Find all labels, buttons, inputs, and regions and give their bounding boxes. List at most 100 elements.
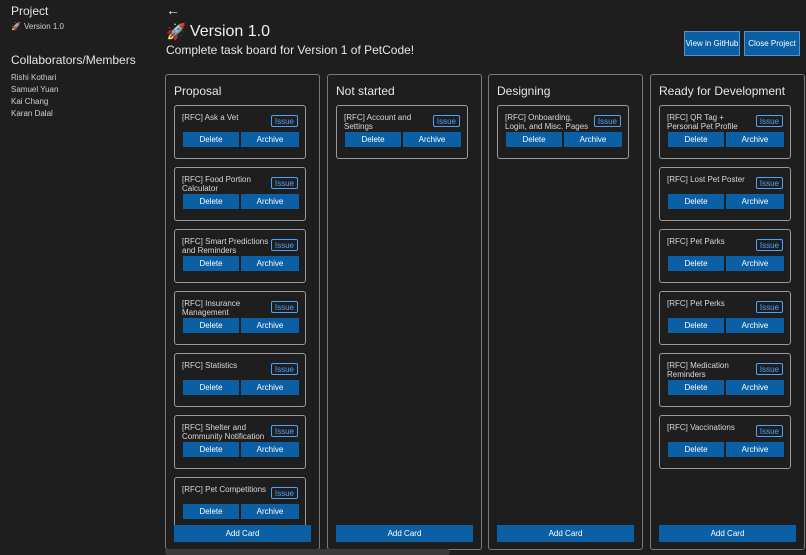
card-title: [RFC] Lost Pet Poster bbox=[667, 175, 745, 184]
task-card[interactable]: [RFC] Account and Settings Issue Delete Arc… bbox=[336, 105, 468, 159]
issue-badge[interactable]: Issue bbox=[755, 425, 783, 437]
sidebar: Project 🚀 Version 1.0 Collaborators/Memb… bbox=[0, 0, 160, 555]
card-title: [RFC] Statistics bbox=[182, 361, 238, 370]
archive-button[interactable]: Archive bbox=[726, 256, 784, 271]
issue-badge[interactable]: Issue bbox=[270, 239, 298, 251]
delete-button[interactable]: Delete bbox=[183, 256, 239, 271]
delete-button[interactable]: Delete bbox=[345, 132, 401, 147]
collaborators-heading: Collaborators/Members bbox=[11, 53, 136, 67]
member-item: Samuel Yuan bbox=[11, 85, 59, 94]
add-card-button[interactable]: Add Card bbox=[497, 525, 634, 542]
archive-button[interactable]: Archive bbox=[241, 318, 299, 333]
card-title: [RFC] Medication Reminders bbox=[667, 361, 729, 379]
card-title: [RFC] Insurance Management bbox=[182, 299, 241, 317]
delete-button[interactable]: Delete bbox=[506, 132, 562, 147]
column-title: Not started bbox=[336, 84, 395, 98]
archive-button[interactable]: Archive bbox=[726, 194, 784, 209]
sidebar-project-title: Project bbox=[11, 4, 49, 18]
issue-badge[interactable]: Issue bbox=[270, 425, 298, 437]
card-title: [RFC] Account and Settings bbox=[344, 113, 412, 131]
card-title: [RFC] Onboarding, Login, and Misc. Pages bbox=[505, 113, 589, 131]
rocket-icon: 🚀 bbox=[11, 22, 21, 31]
issue-badge[interactable]: Issue bbox=[755, 177, 783, 189]
add-card-button[interactable]: Add Card bbox=[659, 525, 796, 542]
task-card[interactable]: [RFC] Medication Reminders Issue Delete Arc… bbox=[659, 353, 791, 407]
card-title: [RFC] Vaccinations bbox=[667, 423, 735, 432]
page-subtitle: Complete task board for Version 1 of Pet… bbox=[166, 43, 415, 57]
archive-button[interactable]: Archive bbox=[241, 442, 299, 457]
add-card-button[interactable]: Add Card bbox=[336, 525, 473, 542]
card-title: [RFC] Pet Perks bbox=[667, 299, 725, 308]
archive-button[interactable]: Archive bbox=[726, 318, 784, 333]
card-title: [RFC] Shelter and Community Notification bbox=[182, 423, 265, 441]
task-card[interactable]: [RFC] Lost Pet Poster Issue Delete Archive bbox=[659, 167, 791, 221]
task-card[interactable]: [RFC] Onboarding, Login, and Misc. Pages… bbox=[497, 105, 629, 159]
page-title: 🚀 Version 1.0 bbox=[166, 22, 270, 42]
archive-button[interactable]: Archive bbox=[726, 132, 784, 147]
task-card[interactable]: [RFC] Shelter and Community Notification… bbox=[174, 415, 306, 469]
task-card[interactable]: [RFC] Vaccinations Issue Delete Archive bbox=[659, 415, 791, 469]
horizontal-scrollbar[interactable] bbox=[165, 549, 450, 555]
column-title: Proposal bbox=[174, 84, 222, 98]
archive-button[interactable]: Archive bbox=[726, 442, 784, 457]
issue-badge[interactable]: Issue bbox=[755, 115, 783, 127]
member-item: Kai Chang bbox=[11, 97, 49, 106]
delete-button[interactable]: Delete bbox=[183, 318, 239, 333]
issue-badge[interactable]: Issue bbox=[755, 301, 783, 313]
task-card[interactable]: [RFC] Pet Perks Issue Delete Archive bbox=[659, 291, 791, 345]
issue-badge[interactable]: Issue bbox=[593, 115, 621, 127]
view-github-button[interactable]: View in GitHub bbox=[684, 31, 740, 56]
close-project-button[interactable]: Close Project bbox=[744, 31, 800, 56]
archive-button[interactable]: Archive bbox=[241, 132, 299, 147]
board-column: Proposal [RFC] Ask a Vet Issue Delete Archiv… bbox=[165, 74, 320, 550]
task-card[interactable]: [RFC] Pet Parks Issue Delete Archive bbox=[659, 229, 791, 283]
issue-badge[interactable]: Issue bbox=[755, 363, 783, 375]
delete-button[interactable]: Delete bbox=[668, 380, 724, 395]
delete-button[interactable]: Delete bbox=[668, 442, 724, 457]
issue-badge[interactable]: Issue bbox=[270, 363, 298, 375]
archive-button[interactable]: Archive bbox=[564, 132, 622, 147]
task-card[interactable]: [RFC] Ask a Vet Issue Delete Archive bbox=[174, 105, 306, 159]
delete-button[interactable]: Delete bbox=[668, 318, 724, 333]
card-title: [RFC] Pet Competitions bbox=[182, 485, 267, 494]
card-title: [RFC] Pet Parks bbox=[667, 237, 725, 246]
delete-button[interactable]: Delete bbox=[668, 132, 724, 147]
delete-button[interactable]: Delete bbox=[668, 256, 724, 271]
issue-badge[interactable]: Issue bbox=[270, 177, 298, 189]
column-title: Ready for Development bbox=[659, 84, 786, 98]
task-card[interactable]: [RFC] Food Portion Calculator Issue Delete… bbox=[174, 167, 306, 221]
delete-button[interactable]: Delete bbox=[668, 194, 724, 209]
archive-button[interactable]: Archive bbox=[241, 380, 299, 395]
task-card[interactable]: [RFC] Smart Predictions and Reminders Iss… bbox=[174, 229, 306, 283]
task-card[interactable]: [RFC] Insurance Management Issue Delete Arc… bbox=[174, 291, 306, 345]
archive-button[interactable]: Archive bbox=[241, 504, 299, 519]
delete-button[interactable]: Delete bbox=[183, 194, 239, 209]
task-card[interactable]: [RFC] Pet Competitions Issue Delete Archive bbox=[174, 477, 306, 531]
archive-button[interactable]: Archive bbox=[403, 132, 461, 147]
member-item: Rishi Kothari bbox=[11, 73, 57, 82]
column-title: Designing bbox=[497, 84, 551, 98]
issue-badge[interactable]: Issue bbox=[270, 487, 298, 499]
archive-button[interactable]: Archive bbox=[241, 256, 299, 271]
archive-button[interactable]: Archive bbox=[241, 194, 299, 209]
add-card-button[interactable]: Add Card bbox=[174, 525, 311, 542]
task-card[interactable]: [RFC] Statistics Issue Delete Archive bbox=[174, 353, 306, 407]
delete-button[interactable]: Delete bbox=[183, 380, 239, 395]
issue-badge[interactable]: Issue bbox=[432, 115, 460, 127]
board-column: Not started [RFC] Account and Settings Iss… bbox=[327, 74, 482, 550]
delete-button[interactable]: Delete bbox=[183, 132, 239, 147]
issue-badge[interactable]: Issue bbox=[270, 115, 298, 127]
task-card[interactable]: [RFC] QR Tag + Personal Pet Profile Issue… bbox=[659, 105, 791, 159]
back-arrow-icon[interactable]: ← bbox=[166, 2, 180, 18]
card-title: [RFC] Food Portion Calculator bbox=[182, 175, 251, 193]
card-title: [RFC] Ask a Vet bbox=[182, 113, 239, 122]
archive-button[interactable]: Archive bbox=[726, 380, 784, 395]
delete-button[interactable]: Delete bbox=[183, 504, 239, 519]
sidebar-version-link[interactable]: 🚀 Version 1.0 bbox=[11, 22, 160, 31]
issue-badge[interactable]: Issue bbox=[270, 301, 298, 313]
delete-button[interactable]: Delete bbox=[183, 442, 239, 457]
card-title: [RFC] QR Tag + Personal Pet Profile bbox=[667, 113, 738, 131]
issue-badge[interactable]: Issue bbox=[755, 239, 783, 251]
kanban-board: Proposal [RFC] Ask a Vet Issue Delete Archiv… bbox=[165, 74, 806, 555]
sidebar-version-label: Version 1.0 bbox=[23, 22, 64, 31]
